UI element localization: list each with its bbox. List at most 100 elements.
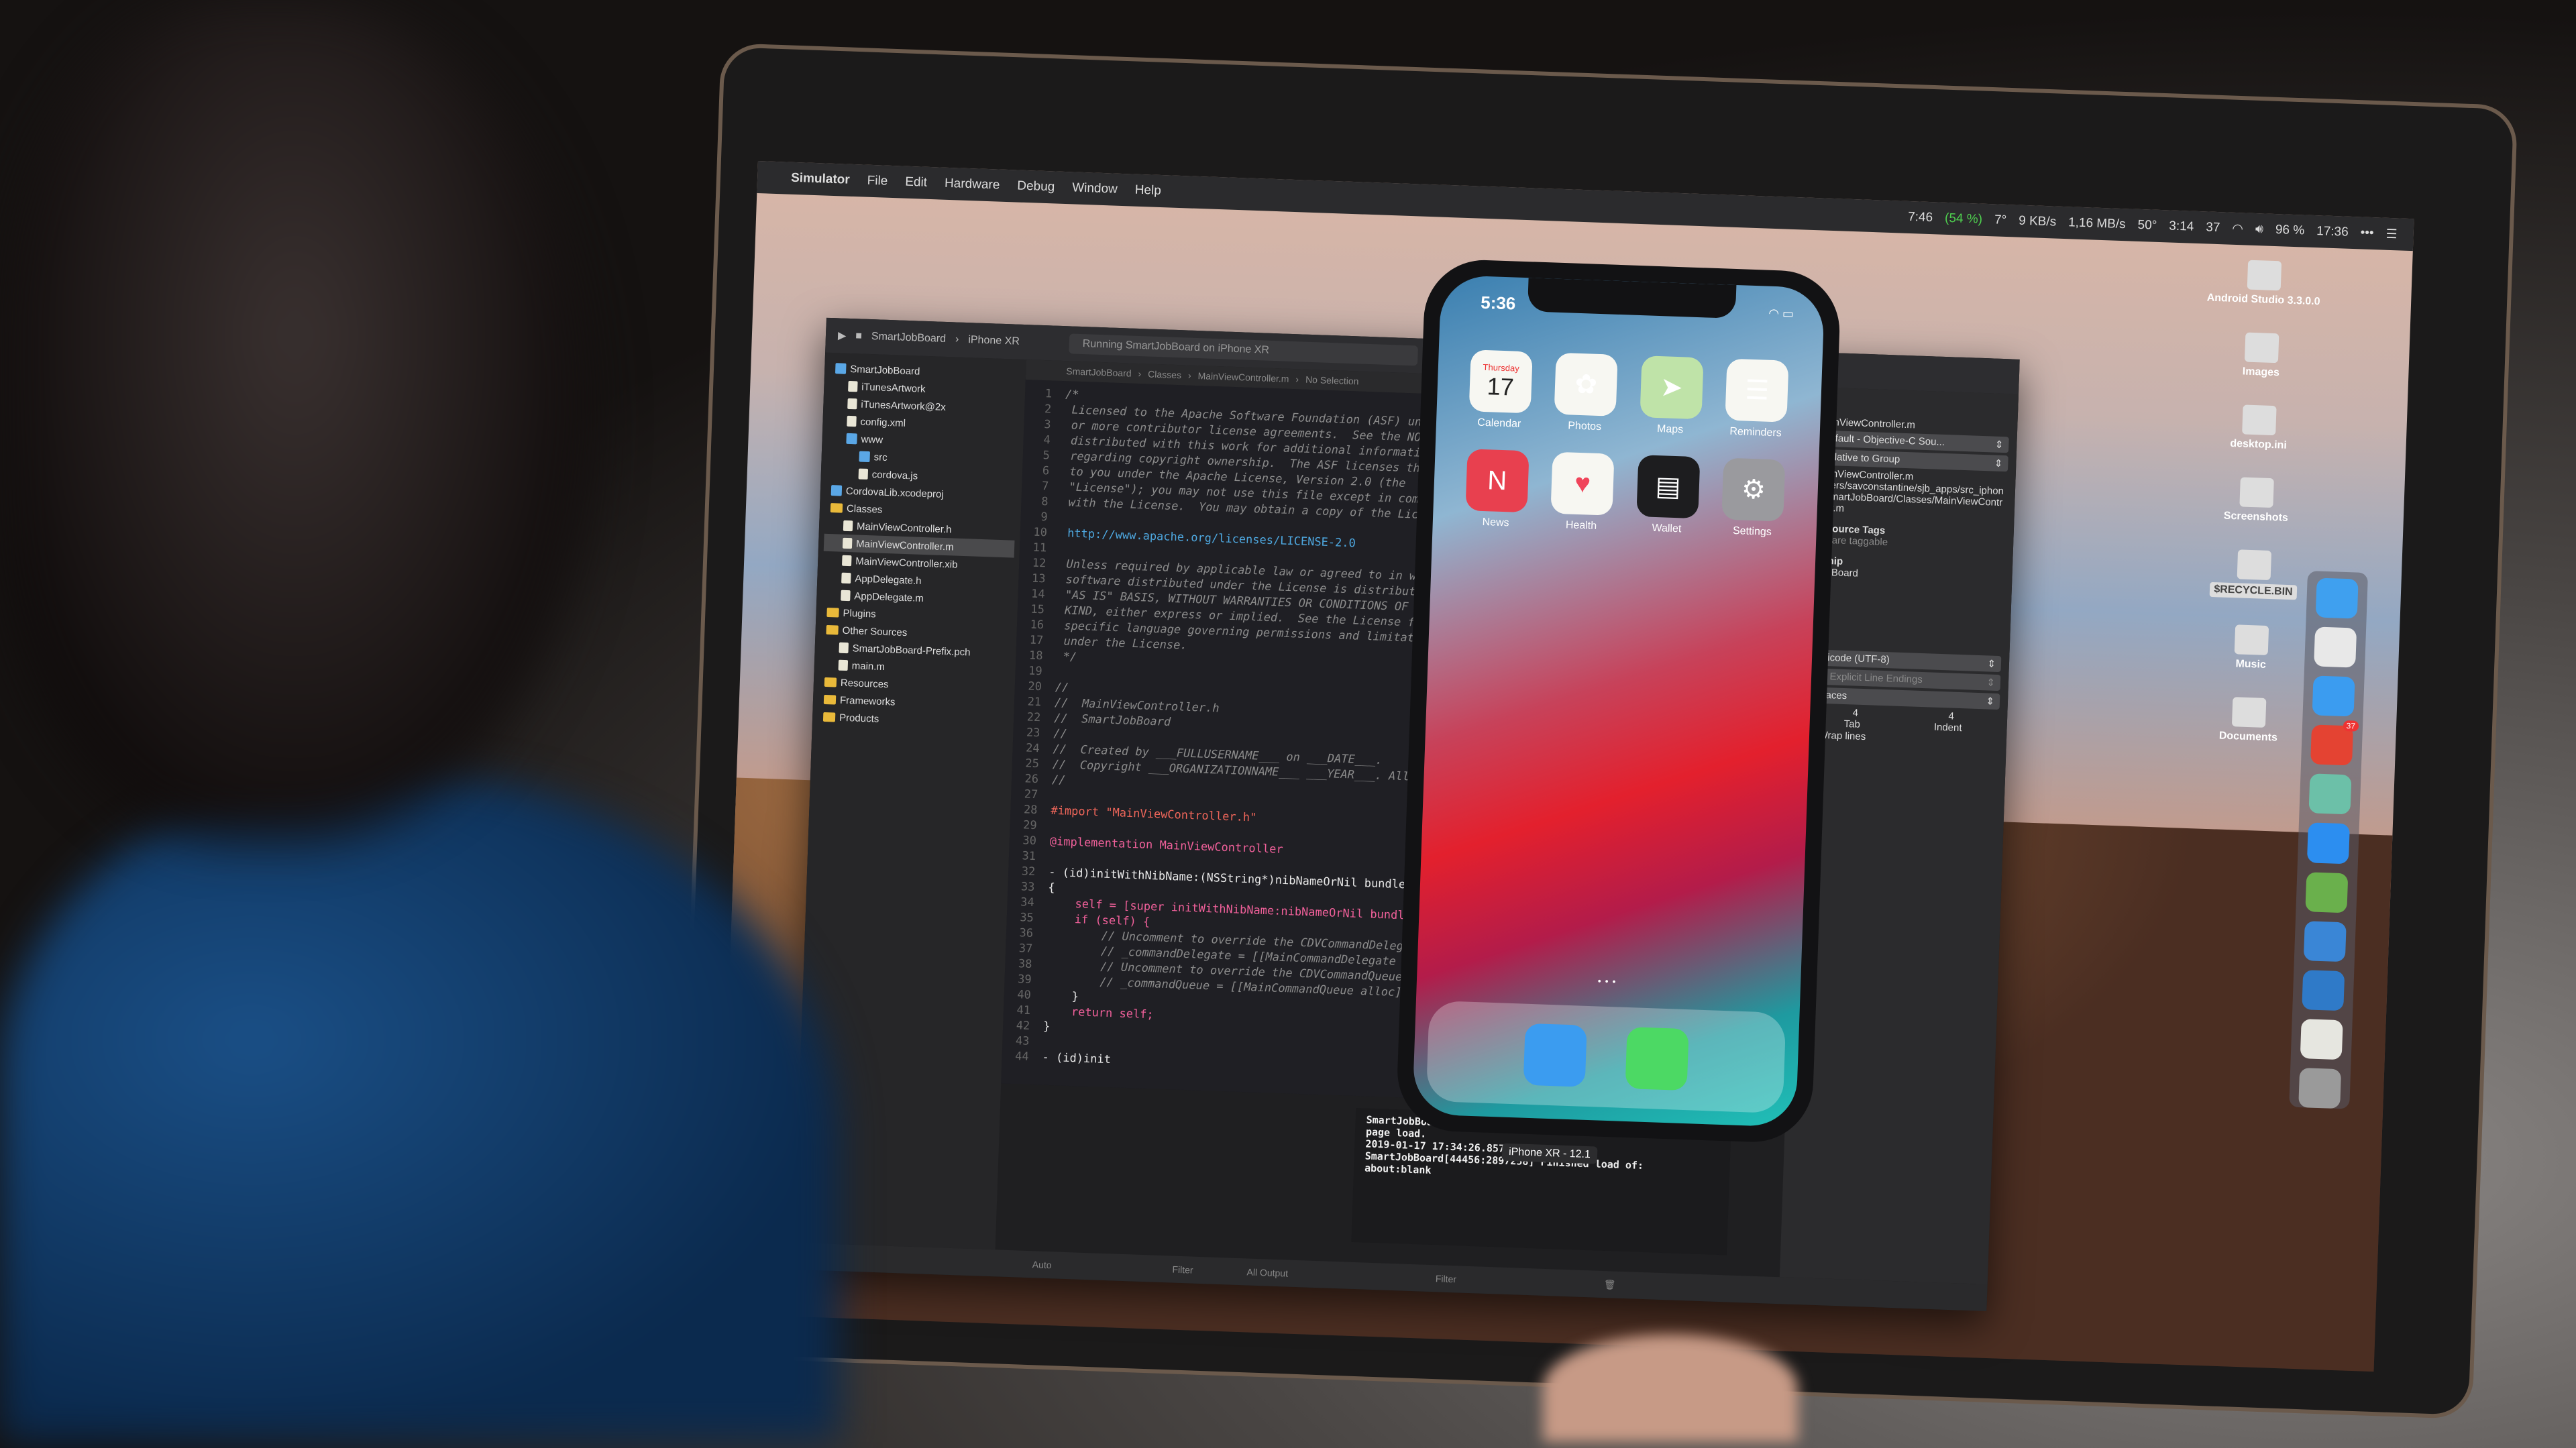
tab-width-stepper[interactable]: 4 [1852,707,1858,718]
menu-app-name[interactable]: Simulator [791,171,850,188]
maps-app-icon[interactable] [2308,773,2352,815]
line-number: 26 [1024,772,1039,787]
app-calendar[interactable]: Thursday 17 Calendar [1456,349,1545,431]
navigator-item-label: MainViewController.xib [855,555,958,571]
safari-icon[interactable] [2312,675,2355,717]
file-icon [839,642,849,654]
folder-icon [823,694,837,705]
notch [1527,278,1737,319]
chrome-icon[interactable] [2314,626,2357,668]
timer-text[interactable]: 7:46 [1908,210,1933,225]
menu-debug[interactable]: Debug [1017,179,1055,195]
net-down: 1,16 MB/s [2068,215,2126,232]
app-label: News [1482,516,1509,529]
jump-selection[interactable]: No Selection [1305,374,1359,387]
android-studio-icon[interactable] [2305,871,2349,913]
messages-icon[interactable] [1625,1027,1689,1091]
folder-icon [830,503,843,513]
testflight-icon[interactable] [2306,822,2350,864]
menu-hardware[interactable]: Hardware [945,176,1000,193]
trash-icon[interactable] [2298,1067,2342,1109]
stop-icon[interactable]: ■ [855,330,862,342]
reminders-icon: ☰ [1725,358,1789,423]
variables-filter[interactable]: Filter [1172,1264,1193,1276]
app-maps[interactable]: ➤ Maps [1627,355,1716,437]
line-number: 7 [1041,480,1049,494]
scheme-selector[interactable]: SmartJobBoard [871,331,947,345]
menu-window[interactable]: Window [1072,180,1118,197]
file-icon [2237,549,2272,581]
wifi-icon[interactable]: ◠ [2232,221,2243,237]
console-filter[interactable]: Filter [1436,1273,1457,1284]
navigator-item-label: iTunesArtwork [861,381,926,395]
desktop-item[interactable]: $RECYCLE.BIN [2209,549,2298,600]
folder-icon [2231,697,2267,728]
line-number: 16 [1030,618,1044,632]
desktop-item[interactable]: Documents [2219,697,2279,744]
hand [1543,1335,1798,1442]
safari-icon[interactable] [1523,1023,1587,1087]
desktop-item-label: Screenshots [2223,510,2289,524]
file-icon [848,380,858,392]
menu-edit[interactable]: Edit [905,175,927,190]
calendar-icon: Thursday 17 [1468,349,1533,414]
battery-percent[interactable]: 96 % [2275,223,2305,238]
jump-file[interactable]: MainViewController.m [1197,370,1289,384]
desktop-item-label: $RECYCLE.BIN [2209,581,2297,600]
navigator-item-label: Products [839,712,879,725]
document-icon[interactable] [2300,1018,2343,1060]
page-dots[interactable]: ••• [1417,969,1801,993]
weather-text[interactable]: 7° [1994,213,2007,228]
xcode-alt-icon[interactable] [2302,969,2345,1011]
finder-icon[interactable] [2315,577,2359,619]
clock[interactable]: 17:36 [2316,224,2349,240]
desktop-item[interactable]: desktop.ini [2230,404,2288,452]
menu-file[interactable]: File [867,174,888,189]
desktop-item[interactable]: Android Studio 3.3.0.0 [2206,259,2321,309]
person-head [0,0,590,838]
trash-icon[interactable]: 🗑︎ [1604,1279,1616,1291]
file-icon [841,590,851,602]
app-photos[interactable]: ✿ Photos [1542,352,1630,434]
notification-center-icon[interactable]: ☰ [2385,226,2398,242]
menu-help[interactable]: Help [1134,183,1161,199]
more-icon[interactable]: ••• [2360,225,2374,241]
device-selector[interactable]: iPhone XR [968,334,1020,348]
app-wallet[interactable]: ▤ Wallet [1623,454,1712,536]
output-selector[interactable]: All Output [1246,1266,1288,1278]
desktop-item[interactable]: Music [2234,624,2269,671]
indent-width-stepper[interactable]: 4 [1948,710,1954,722]
jump-group[interactable]: Classes [1148,368,1181,380]
auto-selector[interactable]: Auto [1032,1259,1052,1270]
volume-icon[interactable]: 🔊︎ [2255,222,2264,237]
run-icon[interactable]: ▶ [838,329,847,342]
activity-status: Running SmartJobBoard on iPhone XR [1069,333,1418,366]
navigator-item-label: www [861,433,883,446]
app-reminders[interactable]: ☰ Reminders [1713,358,1801,440]
app-settings[interactable]: ⚙ Settings [1709,457,1798,539]
folder-icon [826,624,839,635]
sensor-temp[interactable]: 50° [2137,218,2157,233]
navigator-item-label: main.m [851,659,885,673]
line-number: 4 [1043,433,1051,447]
navigator-item-label: Plugins [843,607,877,620]
file-icon [842,555,852,567]
desktop-item[interactable]: Screenshots [2224,477,2290,524]
tasks-count[interactable]: 37 [2206,220,2220,235]
code-text: // [1051,773,1066,787]
app-news[interactable]: N News [1453,449,1542,531]
battery-time[interactable]: 3:14 [2169,219,2194,234]
app-grid: Thursday 17 Calendar ✿ Photos ➤ Maps ☰ Reminders… [1453,349,1801,540]
line-number: 37 [1018,942,1033,956]
jump-project[interactable]: SmartJobBoard [1066,366,1132,378]
xcode-icon[interactable] [2303,920,2347,962]
navigator-item-label: config.xml [860,416,906,429]
app-health[interactable]: ♥ Health [1538,451,1627,533]
target-item[interactable]: tJobBoard [1810,566,2004,653]
todoist-icon[interactable]: 37 [2310,720,2359,766]
news-icon: N [1465,449,1529,513]
desktop-item[interactable]: Images [2242,332,2280,379]
